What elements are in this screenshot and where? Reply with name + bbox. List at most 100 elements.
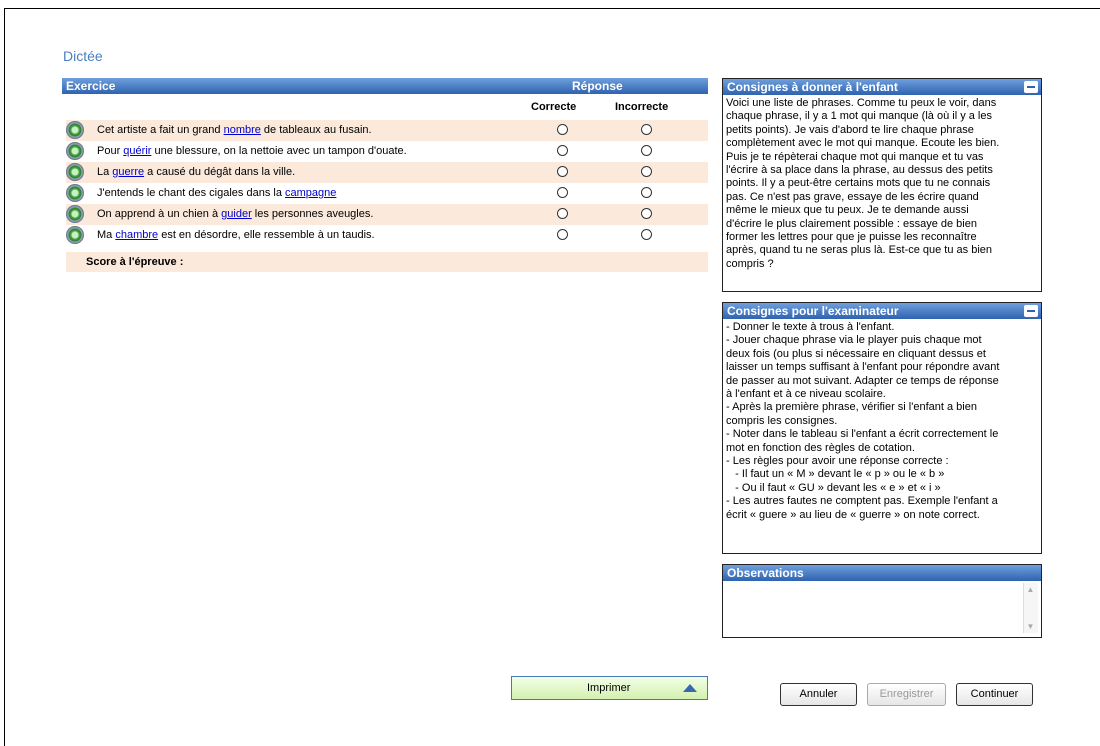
continue-button[interactable]: Continuer [956, 683, 1033, 706]
response-header-label: Réponse [572, 79, 623, 93]
speaker-icon[interactable] [66, 205, 84, 223]
sentence: Ma chambre est en désordre, elle ressemb… [97, 229, 375, 241]
minimize-icon[interactable] [1024, 305, 1038, 317]
sentence: Cet artiste a fait un grand nombre de ta… [97, 124, 372, 136]
radio-correct[interactable] [557, 229, 568, 240]
table-row: Cet artiste a fait un grand nombre de ta… [66, 120, 708, 141]
text-line: - Après la première phrase, vérifier si … [726, 401, 977, 414]
text-line: Puis je te répèterai chaque mot qui manq… [726, 150, 984, 163]
sentence-after: de tableaux au fusain. [260, 124, 372, 136]
sentence-after: est en désordre, elle ressemble à un tau… [158, 229, 375, 241]
radio-correct[interactable] [557, 145, 568, 156]
print-button[interactable]: Imprimer [511, 676, 708, 700]
sentence: Pour quérir une blessure, on la nettoie … [97, 145, 407, 157]
text-line: Voici une liste de phrases. Comme tu peu… [726, 97, 997, 109]
observations-textarea[interactable]: ▲ ▼ [726, 583, 1038, 633]
speaker-icon[interactable] [66, 142, 84, 160]
text-line: chaque phrase, il y a 1 mot qui manque (… [726, 110, 992, 123]
word-link[interactable]: campagne [285, 187, 336, 199]
text-line: écrit « guere » au lieu de « guerre » on… [726, 508, 980, 521]
text-line: pas. Ce n'est pas grave, essaye de les é… [726, 190, 979, 203]
text-line: compris ? [726, 257, 774, 270]
panel-header: Consignes pour l'examinateur [723, 303, 1041, 319]
text-line: - Les règles pour avoir une réponse corr… [726, 455, 949, 468]
panel-body: - Donner le texte à trous à l'enfant. - … [723, 319, 1041, 524]
radio-incorrect[interactable] [641, 145, 652, 156]
speaker-icon[interactable] [66, 226, 84, 244]
text-line: deux fois (ou plus si nécessaire en cliq… [726, 347, 986, 360]
sentence-before: J'entends le chant des cigales dans la [97, 187, 285, 199]
cancel-button[interactable]: Annuler [780, 683, 857, 706]
radio-correct[interactable] [557, 208, 568, 219]
sentence-before: La [97, 166, 113, 178]
panel-examiner-instructions: Consignes pour l'examinateur - Donner le… [722, 302, 1042, 554]
exercise-header-label: Exercice [66, 79, 116, 93]
radio-incorrect[interactable] [641, 229, 652, 240]
text-line: même le mieux que tu peux. Je te demande… [726, 204, 969, 217]
panel-header: Observations [723, 565, 1041, 581]
sentence-before: Cet artiste a fait un grand [97, 124, 224, 136]
word-link[interactable]: chambre [115, 229, 158, 241]
text-line: former les lettres pour que je puisse le… [726, 231, 977, 244]
text-line: - Jouer chaque phrase via le player puis… [726, 334, 982, 347]
text-line: après, quand tu ne seras plus là. Est-ce… [726, 244, 992, 257]
sentence: J'entends le chant des cigales dans la c… [97, 187, 336, 199]
sentence: La guerre a causé du dégât dans la ville… [97, 166, 295, 178]
radio-incorrect[interactable] [641, 166, 652, 177]
text-line: compris les consignes. [726, 414, 838, 427]
radio-correct[interactable] [557, 187, 568, 198]
word-link[interactable]: nombre [224, 124, 261, 136]
sentence-after: a causé du dégât dans la ville. [144, 166, 296, 178]
speaker-icon[interactable] [66, 163, 84, 181]
panel-title: Observations [727, 566, 804, 580]
panel-title: Consignes à donner à l'enfant [727, 80, 898, 94]
sentence-after: les personnes aveugles. [251, 208, 374, 220]
col-incorrect-header: Incorrecte [615, 101, 669, 113]
radio-incorrect[interactable] [641, 124, 652, 135]
table-row: On apprend à un chien à guider les perso… [66, 204, 708, 225]
sentence-before: Ma [97, 229, 116, 241]
sentence-after: une blessure, on la nettoie avec un tamp… [151, 145, 407, 157]
radio-correct[interactable] [557, 124, 568, 135]
word-link[interactable]: quérir [123, 145, 151, 157]
score-row: Score à l'épreuve : [66, 252, 708, 272]
text-line: - Il faut un « M » devant le « p » ou le… [726, 468, 945, 481]
sentence-before: Pour [97, 145, 124, 157]
scrollbar[interactable]: ▲ ▼ [1023, 583, 1038, 633]
save-button[interactable]: Enregistrer [867, 683, 946, 706]
table-row: Pour quérir une blessure, on la nettoie … [66, 141, 708, 162]
panel-header: Consignes à donner à l'enfant [723, 79, 1041, 95]
sentence: On apprend à un chien à guider les perso… [97, 208, 373, 220]
scroll-down-icon[interactable]: ▼ [1026, 622, 1035, 631]
word-link[interactable]: guider [221, 208, 252, 220]
panel-title: Consignes pour l'examinateur [727, 304, 899, 318]
radio-incorrect[interactable] [641, 187, 652, 198]
text-line: points. Il y a peut-être certains mots q… [726, 177, 991, 190]
radio-correct[interactable] [557, 166, 568, 177]
text-line: petits points). Je vais d'abord te lire … [726, 123, 974, 136]
scroll-up-icon[interactable]: ▲ [1026, 585, 1035, 594]
text-line: d'écrire le plus clairement possible : e… [726, 217, 977, 230]
text-line: - Ou il faut « GU » devant les « e » et … [726, 481, 941, 494]
exercise-header: Exercice Réponse [62, 78, 708, 94]
radio-incorrect[interactable] [641, 208, 652, 219]
speaker-icon[interactable] [66, 184, 84, 202]
speaker-icon[interactable] [66, 121, 84, 139]
table-row: J'entends le chant des cigales dans la c… [66, 183, 708, 204]
print-button-label: Imprimer [587, 682, 631, 694]
text-line: à l'enfant et à ce niveau scolaire. [726, 388, 886, 401]
table-row: La guerre a causé du dégât dans la ville… [66, 162, 708, 183]
col-correct-header: Correcte [531, 101, 577, 113]
table-row: Ma chambre est en désordre, elle ressemb… [66, 225, 708, 246]
sentence-before: On apprend à un chien à [97, 208, 222, 220]
score-label: Score à l'épreuve : [86, 256, 184, 268]
panel-body: Voici une liste de phrases. Comme tu peu… [723, 95, 1041, 273]
minimize-icon[interactable] [1024, 81, 1038, 93]
page-title: Dictée [63, 48, 103, 64]
text-line: l'écrire à sa place dans la phrase, au d… [726, 164, 993, 177]
text-line: de passer au mot suivant. Adapter ce tem… [726, 374, 999, 387]
word-link[interactable]: guerre [112, 166, 144, 178]
exercise-rows: Cet artiste a fait un grand nombre de ta… [66, 120, 708, 246]
text-line: - Les autres fautes ne comptent pas. Exe… [726, 495, 998, 508]
text-line: - Noter dans le tableau si l'enfant a éc… [726, 428, 999, 441]
